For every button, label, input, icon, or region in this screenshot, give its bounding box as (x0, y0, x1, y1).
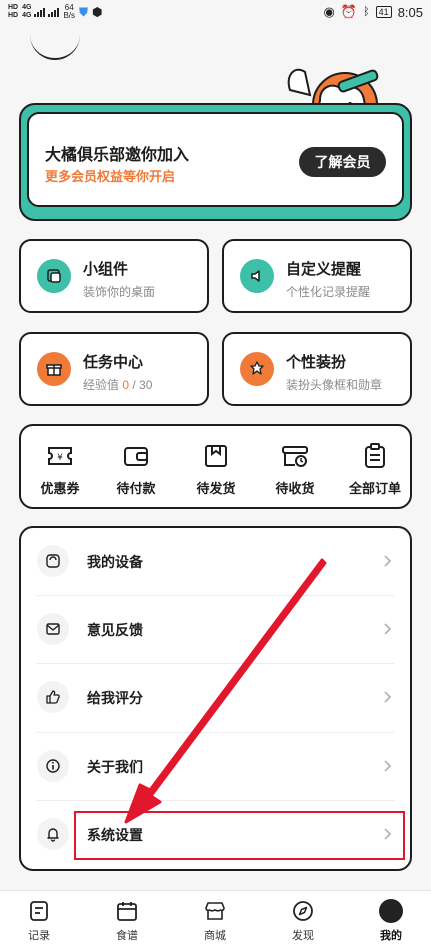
pending-shipment-button[interactable]: 待发货 (177, 440, 255, 497)
speaker-icon (240, 259, 274, 293)
mail-icon (37, 613, 69, 645)
clock: 8:05 (397, 4, 423, 20)
custom-reminder-tile[interactable]: 自定义提醒 个性化记录提醒 (222, 239, 412, 313)
membership-title: 大橘俱乐部邀你加入 (45, 147, 190, 164)
chevron-right-icon (384, 760, 392, 772)
bell-icon (37, 818, 69, 850)
sim2-label: HD (8, 12, 19, 19)
list-item-rate-us[interactable]: 给我评分 (21, 664, 410, 732)
tile-title: 自定义提醒 (286, 261, 362, 278)
clipboard-icon (365, 443, 385, 468)
chevron-right-icon (384, 623, 392, 635)
order-label: 待发货 (196, 481, 236, 496)
learn-membership-button[interactable]: 了解会员 (299, 147, 386, 177)
eye-icon: ◉ (323, 4, 335, 19)
tile-title: 任务中心 (83, 354, 144, 371)
tile-subtitle: 装饰你的桌面 (83, 285, 156, 299)
nav-label: 我的 (380, 930, 402, 942)
widget-icon (37, 259, 71, 293)
experience-label: 经验值 (83, 378, 123, 392)
sim-indicator: HD HD (8, 4, 18, 20)
tile-subtitle: 装扮头像框和勋章 (286, 378, 383, 392)
app-badge-icon: ⬢ (92, 5, 103, 19)
shop-icon (205, 902, 225, 920)
membership-subtitle: 更多会员权益等你开启 (45, 169, 176, 184)
delivery-icon (282, 446, 308, 467)
coupon-icon: ¥ (48, 447, 72, 465)
list-item-label: 给我评分 (87, 690, 143, 706)
net1-label: 4G (22, 4, 32, 11)
experience-total: 30 (139, 378, 153, 392)
list-item-label: 意见反馈 (87, 622, 143, 638)
sim1-label: HD (8, 4, 19, 11)
list-item-label: 我的设备 (87, 554, 143, 570)
badge-icon (240, 352, 274, 386)
nav-label: 记录 (28, 930, 50, 942)
package-icon (205, 445, 227, 467)
compass-icon (293, 901, 313, 921)
record-icon (30, 901, 48, 921)
list-item-label: 关于我们 (87, 759, 143, 775)
list-item-my-devices[interactable]: 我的设备 (21, 528, 410, 596)
nav-discover[interactable]: 发现 (273, 899, 333, 943)
experience-progress: 经验值 0 / 30 (83, 376, 152, 393)
chevron-right-icon (384, 555, 392, 567)
info-icon (37, 750, 69, 782)
order-label: 待付款 (116, 481, 156, 496)
tile-title: 个性装扮 (286, 354, 347, 371)
tile-title: 小组件 (83, 261, 129, 278)
battery-icon: 41 (375, 6, 392, 18)
list-item-feedback[interactable]: 意见反馈 (21, 596, 410, 664)
orders-panel: ¥ 优惠券 待付款 待发货 待收货 全部订单 (19, 424, 412, 509)
bottom-navigation: 记录 食谱 商城 发现 我的 (0, 890, 431, 950)
svg-text:¥: ¥ (57, 453, 63, 463)
nav-me[interactable]: 我的 (361, 899, 421, 943)
nav-record[interactable]: 记录 (9, 899, 69, 943)
experience-separator: / (129, 378, 140, 392)
chevron-right-icon (384, 691, 392, 703)
order-label: 全部订单 (348, 481, 401, 496)
task-center-tile[interactable]: 任务中心 经验值 0 / 30 (19, 332, 209, 406)
net2-label: 4G (22, 12, 32, 19)
order-label: 优惠券 (40, 481, 80, 496)
shield-icon: ⛊ (79, 4, 89, 19)
nav-label: 发现 (292, 930, 314, 942)
profile-icon (379, 899, 403, 923)
widget-tile[interactable]: 小组件 装饰你的桌面 (19, 239, 209, 313)
scale-icon (37, 545, 69, 577)
list-item-about-us[interactable]: 关于我们 (21, 733, 410, 801)
pending-payment-button[interactable]: 待付款 (97, 440, 175, 497)
nav-recipes[interactable]: 食谱 (97, 899, 157, 943)
all-orders-button[interactable]: 全部订单 (336, 440, 414, 497)
order-label: 待收货 (275, 481, 315, 496)
bluetooth-icon: ᛒ (363, 6, 370, 18)
pending-receipt-button[interactable]: 待收货 (256, 440, 334, 497)
gift-icon (37, 352, 71, 386)
alarm-icon: ⏰ (340, 4, 358, 19)
personal-dressup-tile[interactable]: 个性装扮 装扮头像框和勋章 (222, 332, 412, 406)
nav-shop[interactable]: 商城 (185, 899, 245, 943)
nav-label: 商城 (204, 930, 226, 942)
avatar[interactable] (30, 10, 80, 60)
wallet-icon (124, 447, 148, 466)
calendar-icon (117, 902, 137, 921)
tile-subtitle: 个性化记录提醒 (286, 285, 371, 299)
coupon-button[interactable]: ¥ 优惠券 (21, 440, 99, 497)
thumbs-up-icon (37, 681, 69, 713)
nav-label: 食谱 (116, 930, 138, 942)
annotation-highlight-box (74, 811, 405, 860)
